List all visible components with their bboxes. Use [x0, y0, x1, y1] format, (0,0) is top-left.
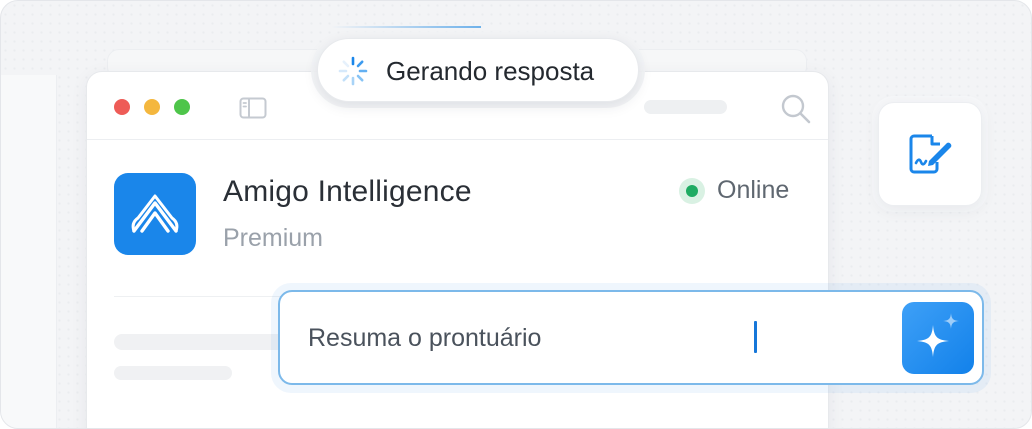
generating-status-pill: Gerando resposta	[317, 38, 639, 102]
status-label: Online	[717, 176, 790, 204]
status-indicator: Online	[679, 176, 789, 205]
content-placeholder	[114, 334, 294, 350]
maximize-window-button[interactable]	[174, 99, 190, 115]
assistant-plan: Premium	[223, 224, 324, 252]
assistant-name: Amigo Intelligence	[223, 175, 472, 208]
close-window-button[interactable]	[114, 99, 130, 115]
sidebar-toggle-icon[interactable]	[239, 97, 267, 119]
content-placeholder	[114, 366, 232, 380]
minimize-window-button[interactable]	[144, 99, 160, 115]
generate-button[interactable]	[902, 302, 974, 374]
amigo-logo-icon	[114, 173, 196, 255]
online-dot-icon	[679, 177, 705, 204]
prompt-box	[278, 290, 984, 385]
document-edit-card[interactable]	[878, 102, 982, 206]
canvas: Amigo Intelligence Premium Online Gerand…	[0, 0, 1032, 429]
decorative-line	[331, 26, 481, 28]
spinner-icon	[338, 56, 368, 86]
text-caret	[754, 321, 757, 353]
background-panel	[1, 75, 57, 428]
title-placeholder	[644, 100, 727, 114]
document-edit-icon	[909, 134, 952, 174]
prompt-input[interactable]	[308, 320, 728, 356]
sparkle-icon	[917, 313, 959, 357]
generating-label: Gerando resposta	[386, 56, 595, 86]
search-icon[interactable]	[780, 93, 812, 125]
